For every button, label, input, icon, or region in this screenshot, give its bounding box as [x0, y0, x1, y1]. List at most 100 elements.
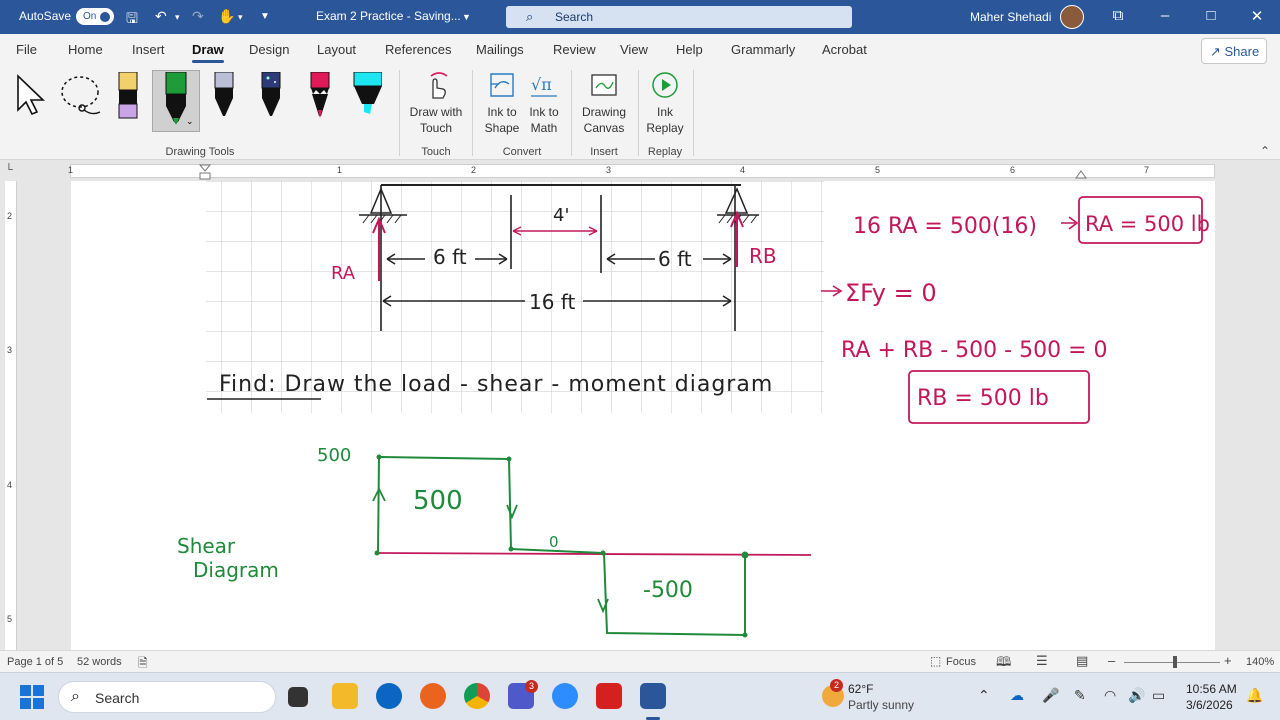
ruler-number: 3 — [606, 165, 612, 175]
battery-icon[interactable]: ▭ — [1152, 687, 1165, 704]
document-title[interactable]: Exam 2 Practice - Saving... — [316, 9, 461, 23]
tab-home[interactable]: Home — [68, 42, 103, 57]
focus-button[interactable]: Focus — [946, 656, 976, 668]
tab-mailings[interactable]: Mailings — [476, 42, 524, 57]
collapse-ribbon-icon[interactable]: ⌃ — [1260, 144, 1270, 158]
file-explorer-icon[interactable] — [332, 683, 358, 709]
zoom-slider-thumb[interactable] — [1173, 656, 1177, 668]
document-page[interactable]: 4' 6 ft 6 ft 16 ft RA RB Find: Draw the … — [71, 181, 1215, 650]
redo-icon[interactable]: ↷ — [192, 8, 204, 25]
indent-marker-icon[interactable] — [198, 163, 212, 181]
tab-insert[interactable]: Insert — [132, 42, 165, 57]
maximize-icon[interactable]: □ — [1196, 7, 1226, 24]
print-layout-icon[interactable]: ☰ — [1036, 653, 1048, 669]
pen-yellow-icon[interactable] — [113, 72, 143, 124]
outlook-icon[interactable] — [376, 683, 402, 709]
shear-axis-label: 500 — [317, 445, 351, 466]
clock-date[interactable]: 3/6/2026 — [1186, 698, 1233, 712]
tray-overflow-icon[interactable]: ⌃ — [978, 687, 990, 704]
ribbon-tabs: File Home Insert Draw Design Layout Refe… — [0, 34, 1280, 66]
status-bar: Page 1 of 5 52 words 🗎 ⬚ Focus 🕮 ☰ ▤ – +… — [0, 650, 1280, 672]
touch-dropdown-icon[interactable]: ▾ — [238, 12, 243, 23]
right-indent-marker-icon[interactable] — [1075, 169, 1087, 179]
tab-grammarly[interactable]: Grammarly — [731, 42, 795, 57]
drawing-canvas-button[interactable]: Drawing Canvas — [578, 104, 630, 136]
ribbon-display-icon[interactable]: ⧉ — [1103, 7, 1133, 24]
ink-to-math-icon[interactable]: √π — [529, 70, 559, 100]
task-view-icon[interactable] — [288, 687, 308, 707]
ink-to-shape-button[interactable]: Ink to Shape — [481, 104, 523, 136]
tab-selector-icon[interactable]: └ — [5, 164, 13, 176]
ink-replay-label-1: Ink — [656, 105, 673, 119]
pen-menu-icon[interactable]: ✎ — [1074, 687, 1086, 704]
word-count[interactable]: 52 words — [77, 656, 122, 668]
lasso-select-icon[interactable] — [58, 74, 104, 118]
horizontal-ruler[interactable]: └ 1 1 2 3 4 5 6 7 — [0, 161, 1280, 181]
zoom-slider[interactable] — [1124, 662, 1220, 663]
weather-desc[interactable]: Partly sunny — [848, 698, 914, 712]
volume-icon[interactable]: 🔊 — [1128, 687, 1145, 704]
ribbon-separator — [571, 70, 572, 156]
title-dropdown-icon[interactable]: ▼ — [462, 12, 471, 22]
shear-diagram — [372, 454, 812, 638]
zoom-level[interactable]: 140% — [1246, 656, 1274, 668]
avatar[interactable] — [1060, 5, 1084, 29]
page-drawing[interactable]: 4' 6 ft 6 ft 16 ft RA RB Find: Draw the … — [71, 181, 1215, 650]
pen-galaxy-icon[interactable] — [256, 72, 286, 124]
customize-qat-icon[interactable]: ▼ — [260, 11, 270, 22]
page-count[interactable]: Page 1 of 5 — [7, 656, 63, 668]
ink-replay-icon[interactable] — [650, 70, 680, 100]
microphone-icon[interactable]: 🎤 — [1042, 687, 1059, 704]
pen-silver-icon[interactable] — [209, 72, 239, 124]
focus-icon[interactable]: ⬚ — [930, 654, 941, 668]
tab-layout[interactable]: Layout — [317, 42, 356, 57]
ink-to-math-button[interactable]: Ink to Math — [523, 104, 565, 136]
vertical-ruler[interactable]: 2 3 4 5 — [0, 181, 20, 650]
undo-icon[interactable]: ↶ — [155, 8, 167, 25]
save-icon[interactable]: 🖫 — [126, 8, 138, 32]
acrobat-icon[interactable] — [596, 683, 622, 709]
ruler-number: 5 — [7, 614, 13, 624]
undo-dropdown-icon[interactable]: ▾ — [175, 12, 180, 23]
tab-acrobat[interactable]: Acrobat — [822, 42, 867, 57]
tab-view[interactable]: View — [620, 42, 648, 57]
tab-references[interactable]: References — [385, 42, 451, 57]
word-app-icon[interactable] — [640, 683, 666, 709]
tab-design[interactable]: Design — [249, 42, 289, 57]
firefox-icon[interactable] — [420, 683, 446, 709]
tab-help[interactable]: Help — [676, 42, 703, 57]
tab-file[interactable]: File — [16, 42, 37, 57]
zoom-out-icon[interactable]: – — [1108, 653, 1115, 668]
select-tool-icon[interactable] — [16, 74, 48, 116]
user-name[interactable]: Maher Shehadi — [970, 10, 1051, 24]
tab-review[interactable]: Review — [553, 42, 596, 57]
tab-draw[interactable]: Draw — [192, 42, 224, 63]
web-layout-icon[interactable]: ▤ — [1076, 653, 1088, 669]
drawing-canvas-icon[interactable] — [589, 70, 619, 100]
autosave-toggle[interactable]: On — [76, 8, 114, 25]
draw-with-touch-button[interactable]: Draw with Touch — [405, 104, 467, 136]
zoom-app-icon[interactable] — [552, 683, 578, 709]
minimize-icon[interactable]: – — [1150, 7, 1180, 24]
pen-options-chevron-icon[interactable]: ⌄ — [186, 116, 194, 127]
pen-pink-icon[interactable] — [305, 72, 335, 124]
ink-replay-button[interactable]: Ink Replay — [642, 104, 688, 136]
ink-to-shape-icon[interactable] — [487, 70, 517, 100]
onedrive-icon[interactable]: ☁ — [1010, 687, 1024, 704]
title-search-box[interactable]: ⌕ Search — [506, 6, 852, 28]
draw-with-touch-icon[interactable] — [421, 70, 451, 100]
windows-start-icon[interactable] — [20, 685, 44, 709]
wifi-icon[interactable]: ◠ — [1104, 687, 1116, 704]
teams-badge: 3 — [525, 680, 538, 693]
touch-mode-icon[interactable]: ✋ — [218, 8, 235, 25]
share-button[interactable]: ↗ Share — [1201, 38, 1267, 64]
highlighter-cyan-icon[interactable] — [352, 72, 382, 124]
zoom-in-icon[interactable]: + — [1224, 653, 1232, 668]
clock-time[interactable]: 10:56 AM — [1186, 682, 1237, 696]
taskbar-search[interactable]: ⌕ Search — [58, 681, 276, 713]
chrome-icon[interactable] — [464, 683, 490, 709]
label-4ft: 4' — [553, 205, 569, 226]
close-icon[interactable]: ✕ — [1242, 7, 1272, 25]
notifications-icon[interactable]: 🔔 — [1246, 687, 1263, 704]
weather-temp[interactable]: 62°F — [848, 682, 873, 696]
